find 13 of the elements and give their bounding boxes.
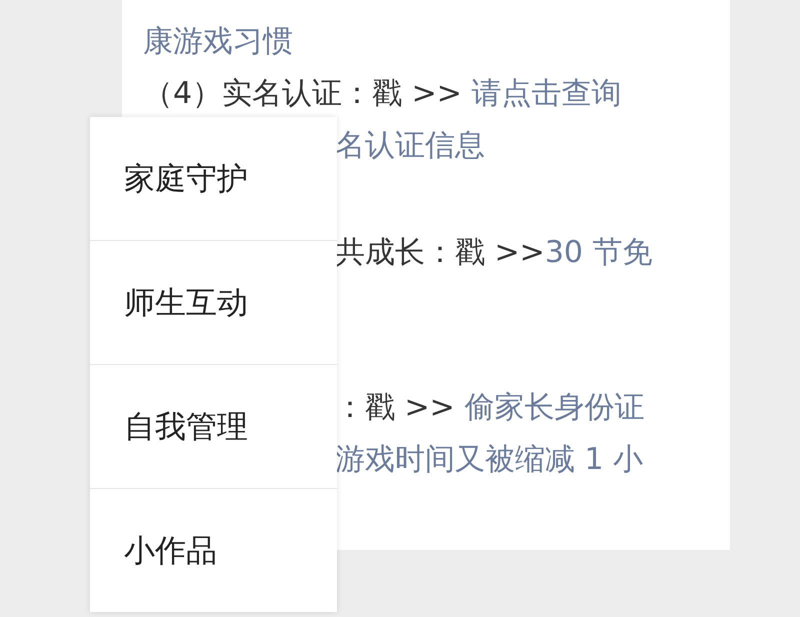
article-link[interactable]: 偷家长身份证 <box>464 382 644 434</box>
article-text: ：戳 >> <box>335 389 456 427</box>
article-text: 共成长：戳 >> <box>335 234 545 272</box>
article-link[interactable]: 康游戏习惯 <box>143 16 293 68</box>
article-link[interactable]: 30 节免 <box>544 227 653 279</box>
article-link[interactable]: 游戏时间又被缩减 1 小 <box>335 434 644 486</box>
article-link[interactable]: 名认证信息 <box>335 120 485 172</box>
menu-item[interactable]: 小作品 <box>90 488 337 612</box>
menu-item[interactable]: 师生互动 <box>90 240 337 364</box>
article-link[interactable]: 请点击查询 <box>471 68 622 120</box>
menu-item[interactable]: 家庭守护 <box>90 117 337 240</box>
article-text: （4）实名认证：戳 >> <box>143 75 463 113</box>
menu-item[interactable]: 自我管理 <box>90 364 337 488</box>
